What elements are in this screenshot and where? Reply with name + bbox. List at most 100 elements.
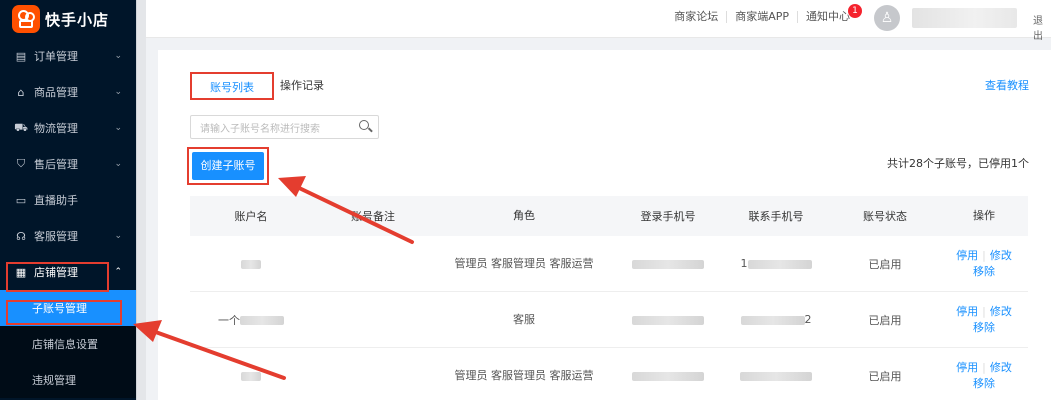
tab-operation-log[interactable]: 操作记录 [274, 72, 324, 100]
disable-link[interactable]: 停用 [956, 361, 978, 374]
sidebar-item-customer-service[interactable]: ☊ 客服管理 ⌄ [0, 218, 136, 254]
create-button-highlight: 创建子账号 [187, 147, 269, 185]
role-cell: 客服 [513, 312, 535, 326]
status-cell: 已启用 [868, 257, 902, 271]
column-header: 联系手机号 [748, 210, 804, 223]
chevron-down-icon: ⌄ [114, 87, 122, 97]
account-name-cell [190, 369, 312, 382]
login-phone-cell [614, 369, 722, 382]
edit-link[interactable]: 修改 [990, 249, 1012, 262]
account-name-cell [190, 257, 312, 270]
status-cell: 已启用 [868, 369, 902, 383]
remove-link[interactable]: 移除 [973, 265, 995, 278]
contact-phone-cell [722, 369, 830, 382]
column-header: 账号状态 [863, 210, 907, 223]
column-header: 登录手机号 [640, 210, 696, 223]
redacted-text [240, 316, 284, 325]
sidebar-item-label: 商品管理 [34, 86, 78, 99]
tab-account-list[interactable]: 账号列表 [190, 72, 274, 100]
contact-phone-cell: 2 [722, 313, 830, 326]
create-sub-account-button[interactable]: 创建子账号 [192, 152, 264, 180]
redacted-text [740, 371, 812, 381]
search-icon[interactable] [359, 120, 369, 130]
store-menu-highlight [6, 262, 109, 292]
goods-icon: ⌂ [17, 85, 25, 99]
chevron-down-icon: ⌄ [114, 231, 122, 241]
logo[interactable]: 快手小店 [0, 0, 136, 38]
search-input[interactable]: 请输入子账号名称进行搜索 [200, 120, 320, 135]
sidebar-item-label: 直播助手 [34, 194, 78, 207]
live-camera-icon: ▭ [15, 193, 27, 207]
headset-icon: ☊ [16, 229, 26, 243]
main-card: 账号列表 操作记录 查看教程 请输入子账号名称进行搜索 创建子账号 共计28个子… [158, 50, 1051, 400]
username-redacted [912, 8, 1017, 28]
logo-text: 快手小店 [45, 10, 110, 29]
chevron-down-icon: ⌄ [114, 159, 122, 169]
logout-link[interactable]: 退出 [1033, 12, 1051, 42]
tab-bar: 账号列表 操作记录 [190, 72, 324, 100]
status-cell: 已启用 [868, 313, 902, 327]
disable-link[interactable]: 停用 [956, 305, 978, 318]
sidebar-item-label: 订单管理 [34, 50, 78, 63]
contact-phone-cell: 1 [722, 257, 830, 270]
search-box[interactable]: 请输入子账号名称进行搜索 [190, 115, 379, 139]
operations-cell: 停用 | 修改 移除 [956, 304, 1012, 334]
redacted-text [632, 259, 704, 269]
column-header: 账户名 [234, 210, 268, 223]
header-links: 商家论坛 商家端APP 通知中心 1 [666, 4, 862, 23]
column-header: 账号备注 [351, 210, 395, 223]
remove-link[interactable]: 移除 [973, 377, 995, 390]
merchant-forum-link[interactable]: 商家论坛 [666, 11, 728, 23]
sidebar-scrollbar[interactable] [136, 0, 146, 400]
table-row: 管理员 客服管理员 客服运营 1 已启用 停用 | 修改 移除 [190, 236, 1028, 292]
remove-link[interactable]: 移除 [973, 321, 995, 334]
sidebar-subitem-violations[interactable]: 违规管理 [0, 362, 136, 398]
account-name-cell: 一个 [190, 312, 312, 328]
shield-icon: ⛉ [16, 157, 26, 170]
sidebar-item-live-assistant[interactable]: ▭ 直播助手 [0, 182, 136, 218]
sidebar-item-orders[interactable]: ▤ 订单管理 ⌄ [0, 38, 136, 74]
table-row: 一个 客服 2 已启用 停用 | 修改 移除 [190, 292, 1028, 348]
sidebar-item-label: 客服管理 [34, 230, 78, 243]
redacted-text [632, 371, 704, 381]
notification-center-label: 通知中心 [806, 10, 850, 23]
user-avatar-icon[interactable]: ♙ [874, 5, 900, 31]
sidebar: 快手小店 ▤ 订单管理 ⌄ ⌂ 商品管理 ⌄ ⛟ 物流管理 ⌄ ⛉ 售后管理 ⌄… [0, 0, 136, 400]
merchant-app-link[interactable]: 商家端APP [727, 11, 798, 23]
view-tutorial-link[interactable]: 查看教程 [985, 77, 1029, 93]
sidebar-item-logistics[interactable]: ⛟ 物流管理 ⌄ [0, 110, 136, 146]
redacted-text [632, 315, 704, 325]
notification-center-link[interactable]: 通知中心 1 [798, 4, 862, 23]
account-summary: 共计28个子账号，已停用1个 [887, 157, 1029, 170]
login-phone-cell [614, 257, 722, 270]
disable-link[interactable]: 停用 [956, 249, 978, 262]
table-row: 管理员 客服管理员 客服运营 已启用 停用 | 修改 移除 [190, 348, 1028, 400]
sidebar-subitem-store-info[interactable]: 店铺信息设置 [0, 326, 136, 362]
order-icon: ▤ [15, 49, 27, 63]
redacted-text [241, 259, 261, 269]
sidebar-item-label: 物流管理 [34, 122, 78, 135]
redacted-text [241, 371, 261, 381]
edit-link[interactable]: 修改 [990, 361, 1012, 374]
chevron-down-icon: ⌄ [114, 123, 122, 133]
login-phone-cell [614, 313, 722, 326]
notification-badge: 1 [848, 4, 862, 18]
sub-account-menu-highlight [6, 300, 122, 325]
sub-account-table: 账户名 账号备注 角色 登录手机号 联系手机号 账号状态 操作 管理员 客服管理… [190, 196, 1028, 400]
column-header: 操作 [973, 209, 995, 222]
role-cell: 管理员 客服管理员 客服运营 [454, 368, 594, 382]
operations-cell: 停用 | 修改 移除 [956, 360, 1012, 390]
redacted-text [747, 259, 812, 269]
kuaishou-logo-icon [12, 5, 40, 33]
column-header: 角色 [513, 209, 535, 222]
chevron-up-icon: ⌃ [114, 267, 122, 277]
chevron-down-icon: ⌄ [114, 51, 122, 61]
role-cell: 管理员 客服管理员 客服运营 [454, 256, 594, 270]
sidebar-item-label: 售后管理 [34, 158, 78, 171]
sidebar-item-after-sales[interactable]: ⛉ 售后管理 ⌄ [0, 146, 136, 182]
operations-cell: 停用 | 修改 移除 [956, 248, 1012, 278]
sidebar-item-goods[interactable]: ⌂ 商品管理 ⌄ [0, 74, 136, 110]
edit-link[interactable]: 修改 [990, 305, 1012, 318]
table-header: 账户名 账号备注 角色 登录手机号 联系手机号 账号状态 操作 [190, 196, 1028, 236]
truck-icon: ⛟ [14, 120, 28, 134]
